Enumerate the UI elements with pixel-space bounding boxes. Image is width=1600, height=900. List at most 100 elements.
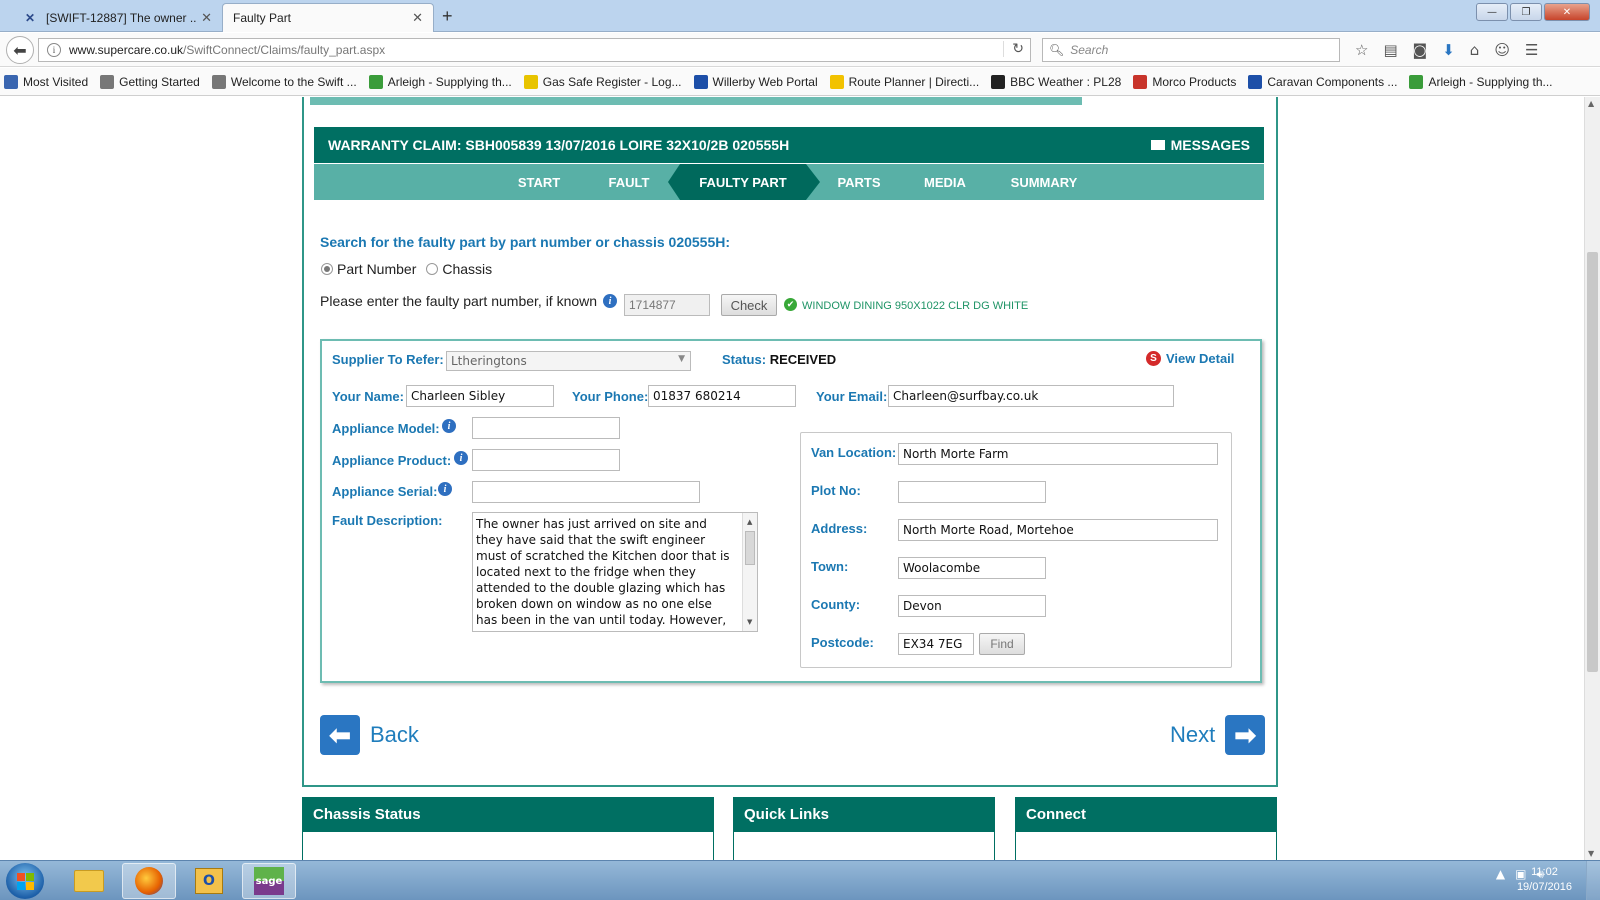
info-icon[interactable]: i <box>603 294 618 308</box>
postcode-field[interactable]: EX34 7EG <box>898 633 974 655</box>
bookmark-item[interactable]: Caravan Components ... <box>1248 74 1397 89</box>
window-controls: — ❐ ✕ <box>1476 3 1590 21</box>
info-icon[interactable]: i <box>454 451 468 465</box>
info-icon[interactable]: i <box>442 419 456 433</box>
appliance-product-field[interactable] <box>472 449 620 471</box>
textarea-scrollbar[interactable]: ▲ ▼ <box>742 513 757 631</box>
find-button[interactable]: Find <box>979 633 1025 655</box>
email-field[interactable]: Charleen@surfbay.co.uk <box>888 385 1174 407</box>
step-media[interactable]: MEDIA <box>910 164 980 200</box>
bookmark-item[interactable]: Morco Products <box>1133 74 1237 89</box>
view-detail-link[interactable]: S View Detail <box>1146 351 1234 366</box>
page-scrollbar[interactable]: ▲ ▼ <box>1584 97 1600 860</box>
explorer-taskbar-item[interactable] <box>62 863 116 899</box>
url-bar[interactable]: i www.supercare.co.uk/SwiftConnect/Claim… <box>38 38 1031 62</box>
close-window-button[interactable]: ✕ <box>1544 3 1590 21</box>
firefox-icon <box>135 867 163 895</box>
bookmark-item[interactable]: Getting Started <box>100 74 200 89</box>
bookmark-label: BBC Weather : PL28 <box>1010 74 1122 89</box>
menu-icon[interactable]: ☰ <box>1525 41 1538 59</box>
radio-chassis-label[interactable]: Chassis <box>442 261 492 277</box>
close-tab-icon[interactable]: ✕ <box>412 10 423 26</box>
site-info-icon[interactable]: i <box>47 43 61 57</box>
restore-button[interactable]: ❐ <box>1510 3 1542 21</box>
clock[interactable]: 11:02 19/07/2016 <box>1517 865 1572 895</box>
close-tab-icon[interactable]: ✕ <box>201 10 212 26</box>
info-icon[interactable]: i <box>438 482 452 496</box>
step-faulty-part[interactable]: FAULTY PART <box>680 164 806 200</box>
claim-header: WARRANTY CLAIM: SBH005839 13/07/2016 LOI… <box>314 127 1264 163</box>
step-fault[interactable]: FAULT <box>594 164 664 200</box>
bookmark-item[interactable]: Willerby Web Portal <box>693 74 818 89</box>
scroll-thumb[interactable] <box>1587 252 1598 672</box>
county-label: County: <box>811 597 861 612</box>
bookmark-item[interactable]: Arleigh - Supplying th... <box>368 74 512 89</box>
bookmark-item[interactable]: BBC Weather : PL28 <box>991 74 1122 89</box>
start-button[interactable] <box>6 863 44 899</box>
appliance-serial-field[interactable] <box>472 481 700 503</box>
name-field[interactable]: Charleen Sibley <box>406 385 554 407</box>
reload-icon[interactable]: ↻ <box>1003 41 1024 57</box>
van-location-label: Van Location: <box>811 445 897 460</box>
minimize-button[interactable]: — <box>1476 3 1508 21</box>
next-button[interactable]: Next ➡ <box>1170 715 1266 755</box>
windows-logo-icon <box>16 872 34 890</box>
outlook-taskbar-item[interactable]: O <box>182 863 236 899</box>
step-parts[interactable]: PARTS <box>824 164 894 200</box>
radio-chassis[interactable] <box>426 263 439 275</box>
county-field[interactable]: Devon <box>898 595 1046 617</box>
step-start[interactable]: START <box>504 164 574 200</box>
home-icon[interactable]: ⌂ <box>1470 41 1480 59</box>
bookmark-label: Morco Products <box>1152 74 1237 89</box>
check-button[interactable]: Check <box>721 294 777 316</box>
fault-description-textarea[interactable]: The owner has just arrived on site and t… <box>472 512 758 632</box>
tab-faulty-part[interactable]: Faulty Part ✕ <box>222 3 434 32</box>
supplier-select[interactable]: Ltherington​s ▼ <box>446 351 691 371</box>
name-label: Your Name: <box>332 389 404 404</box>
van-location-field[interactable]: North Morte Farm <box>898 443 1218 465</box>
town-field[interactable]: Woolacombe <box>898 557 1046 579</box>
sage-taskbar-item[interactable]: sage <box>242 863 296 899</box>
bookmark-item[interactable]: Most Visited <box>4 74 88 89</box>
download-icon[interactable]: ⬇ <box>1442 41 1455 59</box>
browser-tab-bar: ✕ [SWIFT-12887] The owner ... ✕ Faulty P… <box>0 0 1600 32</box>
address-field[interactable]: North Morte Road, Mortehoe <box>898 519 1218 541</box>
bookmark-item[interactable]: Arleigh - Supplying th... <box>1409 74 1553 89</box>
bookmark-favicon-icon <box>100 74 115 89</box>
scroll-up-icon[interactable]: ▲ <box>1588 99 1594 108</box>
search-input[interactable]: 🔍︎ Search <box>1042 38 1340 62</box>
plot-field[interactable] <box>898 481 1046 503</box>
tray-expand-icon[interactable]: ▲ <box>1496 867 1505 882</box>
bookmark-favicon-icon <box>523 74 538 89</box>
messages-link[interactable]: MESSAGES <box>1150 137 1250 153</box>
bookmark-item[interactable]: Welcome to the Swift ... <box>211 74 357 89</box>
scroll-down-icon[interactable]: ▼ <box>1588 849 1594 858</box>
part-number-input[interactable]: 1714877 <box>624 294 710 316</box>
bookmarks-bar: Most Visited Getting Started Welcome to th… <box>0 68 1600 96</box>
bookmark-label: Gas Safe Register - Log... <box>542 74 682 89</box>
back-button[interactable]: ⬅ Back <box>320 715 419 755</box>
address-label: Address: <box>811 521 868 536</box>
step-summary[interactable]: SUMMARY <box>994 164 1094 200</box>
chat-icon[interactable]: ☺ <box>1494 41 1510 59</box>
pocket-icon[interactable]: ◙ <box>1413 41 1428 59</box>
outlook-icon: O <box>195 868 223 894</box>
toolbar-icons: ☆ ▤ ◙ ⬇ ⌂ ☺ ☰ <box>1355 41 1538 59</box>
bookmark-item[interactable]: Gas Safe Register - Log... <box>523 74 682 89</box>
phone-field[interactable]: 01837 680214 <box>648 385 796 407</box>
show-desktop-button[interactable] <box>1586 861 1600 900</box>
bookmark-item[interactable]: Route Planner | Directi... <box>829 74 979 89</box>
browser-back-button[interactable]: ⬅ <box>6 36 34 64</box>
bookmark-star-icon[interactable]: ☆ <box>1355 41 1368 59</box>
chassis-status-panel: Chassis Status <box>302 797 714 860</box>
appliance-model-field[interactable] <box>472 417 620 439</box>
supplier-label: Supplier To Refer: <box>332 352 444 367</box>
bookmark-favicon-icon <box>693 74 708 89</box>
tab-swift-12887[interactable]: ✕ [SWIFT-12887] The owner ... ✕ <box>12 3 222 32</box>
new-tab-button[interactable]: + <box>442 6 453 27</box>
firefox-taskbar-item[interactable] <box>122 863 176 899</box>
radio-part-number-label[interactable]: Part Number <box>337 261 416 277</box>
reading-list-icon[interactable]: ▤ <box>1383 41 1397 59</box>
radio-part-number[interactable] <box>321 263 333 275</box>
bookmark-favicon-icon <box>368 74 383 89</box>
